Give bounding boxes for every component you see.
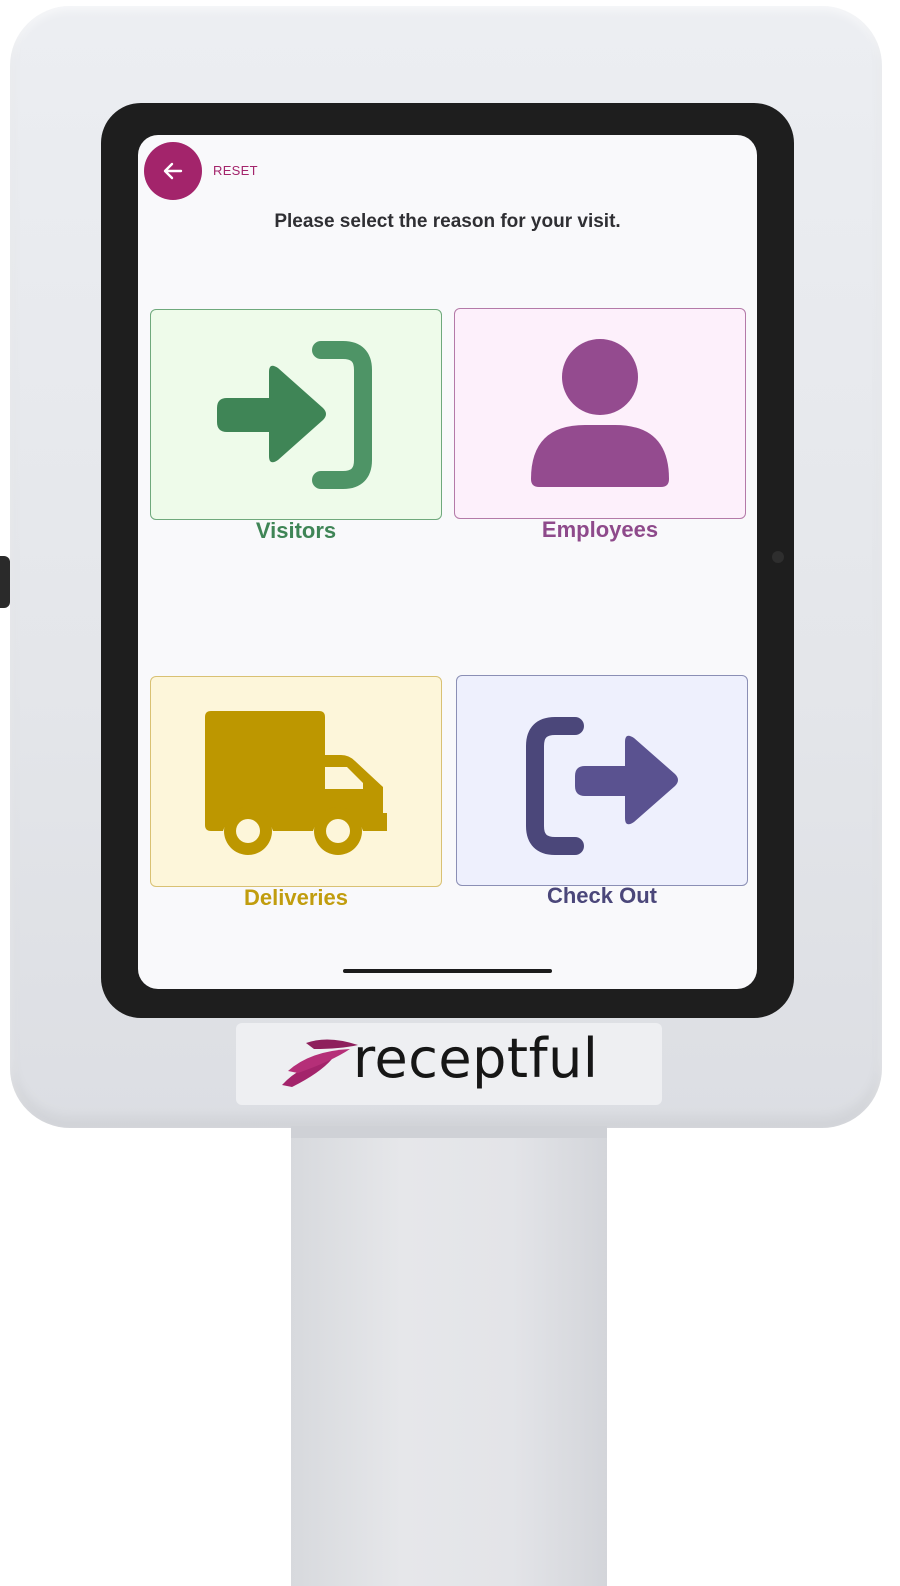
kiosk-stage: RESET Please select the reason for your …: [0, 0, 900, 1586]
visitors-label[interactable]: Visitors: [150, 518, 442, 544]
home-indicator[interactable]: [343, 969, 552, 973]
employees-tile[interactable]: [454, 308, 746, 519]
check-out-tile[interactable]: [456, 675, 748, 886]
reset-label[interactable]: RESET: [213, 163, 258, 178]
brand-plate: receptful: [236, 1023, 662, 1105]
deliveries-label[interactable]: Deliveries: [150, 885, 442, 911]
receptful-logo-mark: [282, 1039, 358, 1087]
sign-out-icon: [526, 717, 678, 855]
reset-button[interactable]: [144, 142, 202, 200]
visitors-tile[interactable]: [150, 309, 442, 520]
check-out-label[interactable]: Check Out: [456, 883, 748, 909]
camera-icon: [772, 551, 784, 563]
truck-icon: [205, 711, 387, 855]
user-icon: [531, 339, 669, 487]
deliveries-tile[interactable]: [150, 676, 442, 887]
employees-label[interactable]: Employees: [454, 517, 746, 543]
sign-in-icon: [217, 341, 372, 489]
arrow-left-icon: [163, 162, 183, 180]
tablet-screen: RESET Please select the reason for your …: [138, 135, 757, 989]
page-title: Please select the reason for your visit.: [274, 211, 621, 232]
kiosk-stand: [291, 1138, 607, 1586]
brand-wordmark: receptful: [353, 1027, 599, 1090]
kiosk-side-button: [0, 556, 10, 608]
